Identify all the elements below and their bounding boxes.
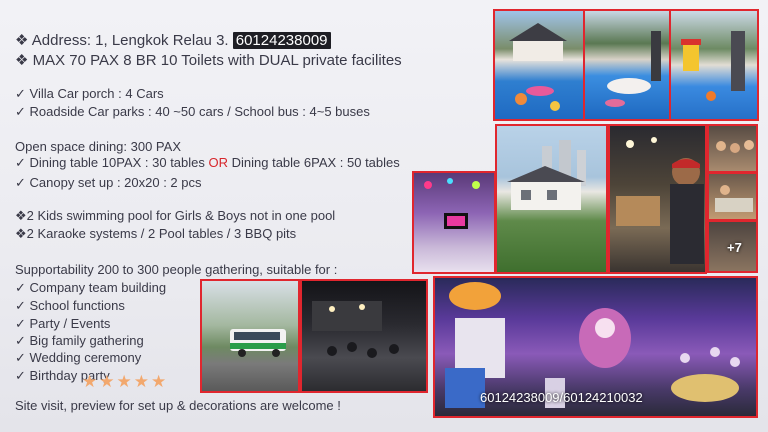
photo-karaoke-room[interactable] [412, 171, 496, 274]
photo-bus-roadside[interactable] [200, 279, 300, 393]
dining-table-b: Dining table 6PAX : 50 tables [228, 155, 400, 170]
parking-roadside: ✓ Roadside Car parks : 40 ~50 cars / Sch… [15, 104, 370, 119]
address-line: ❖ Address: 1, Lengkok Relau 3. 601242380… [15, 31, 331, 49]
footer-note: Site visit, preview for set up & decorat… [15, 398, 341, 413]
photo-dining-host[interactable] [608, 124, 707, 274]
dining-or: OR [208, 155, 229, 170]
rating-stars: ★★★★★ [82, 372, 169, 391]
facility-pools: ❖2 Kids swimming pool for Girls & Boys n… [15, 208, 336, 223]
pool-1-graphic [509, 23, 567, 111]
photo-thumb-1[interactable] [707, 124, 758, 173]
photo-pool-1[interactable] [493, 9, 585, 121]
address-phone[interactable]: 60124238009 [232, 32, 331, 49]
thumb-2-graphic [715, 185, 753, 212]
photo-thumb-2[interactable] [707, 172, 758, 221]
capacity-line: ❖ MAX 70 PAX 8 BR 10 Toilets with DUAL p… [15, 52, 402, 69]
photo-pool-3[interactable] [669, 9, 759, 121]
karaoke-graphic [424, 178, 480, 229]
villa-graphic [507, 140, 586, 210]
parking-porch: ✓ Villa Car porch : 4 Cars [15, 86, 164, 101]
event-party: ✓ Party / Events [15, 316, 111, 331]
photo-thumb-3[interactable]: +7 [707, 220, 758, 273]
contact-numbers-caption[interactable]: 60124238009/60124210032 [480, 390, 643, 405]
canopy-line: ✓ Canopy set up : 20x20 : 2 pcs [15, 175, 202, 190]
event-team-building: ✓ Company team building [15, 280, 167, 295]
event-wedding: ✓ Wedding ceremony [15, 350, 142, 365]
dining-tables: ✓ Dining table 10PAX : 30 tables OR Dini… [15, 155, 400, 171]
photo-villa-exterior[interactable] [495, 124, 608, 274]
event-family: ✓ Big family gathering [15, 333, 144, 348]
thumb-1-graphic [716, 140, 754, 153]
event-school: ✓ School functions [15, 298, 125, 313]
listing-screen: ❖ Address: 1, Lengkok Relau 3. 601242380… [0, 0, 768, 432]
pool-2-graphic [605, 31, 661, 107]
photo-pool-2[interactable] [583, 9, 671, 121]
more-photos-count[interactable]: +7 [727, 240, 742, 255]
supportability-line: Supportability 200 to 300 people gatheri… [15, 262, 338, 277]
pool-3-graphic [681, 31, 745, 101]
facility-karaoke: ❖2 Karaoke systems / 2 Pool tables / 3 B… [15, 226, 297, 241]
dining-heading: Open space dining: 300 PAX [15, 139, 181, 154]
bus-graphic [230, 329, 286, 357]
dining-table-a: ✓ Dining table 10PAX : 30 tables [15, 155, 209, 170]
photo-night-gathering[interactable] [300, 279, 428, 393]
dining-host-graphic [616, 137, 704, 264]
night-graphic [312, 301, 399, 358]
address-text: ❖ Address: 1, Lengkok Relau 3. [15, 32, 229, 49]
